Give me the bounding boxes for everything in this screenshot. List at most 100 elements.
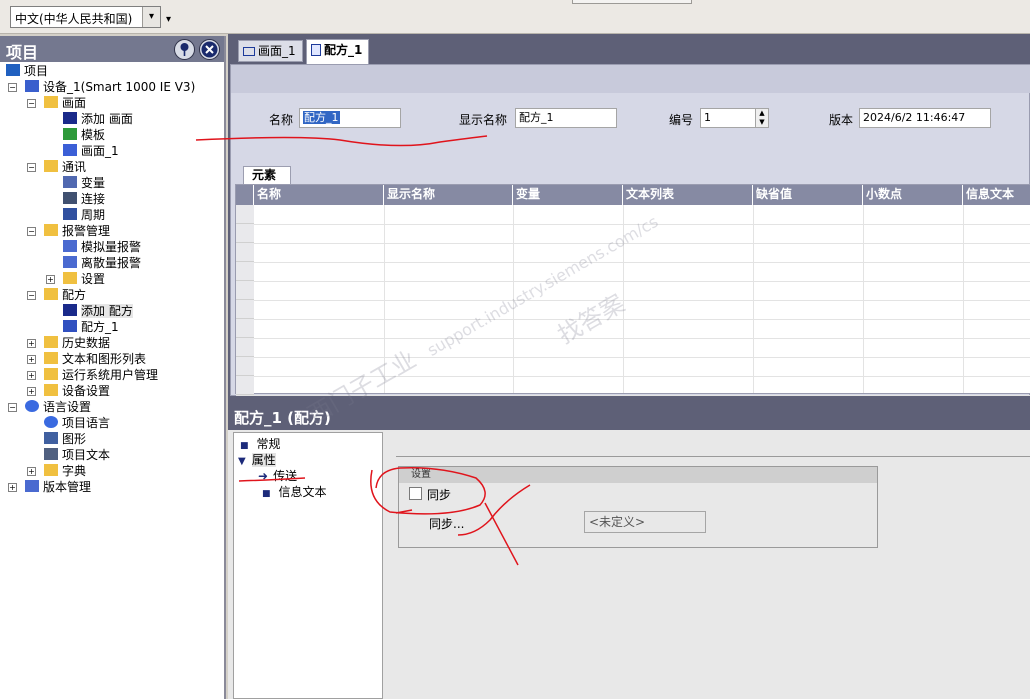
tree-expander[interactable]: + xyxy=(27,355,36,364)
display-name-label: 显示名称 xyxy=(459,113,508,127)
display-name-input[interactable]: 配方_1 xyxy=(515,108,617,128)
tree-item[interactable]: 设备_1(Smart 1000 IE V3) xyxy=(25,79,195,95)
language-select[interactable]: 中文(中华人民共和国) ▾ xyxy=(10,6,161,28)
table-col-line xyxy=(513,205,514,393)
row-header[interactable] xyxy=(236,243,254,262)
col-header-decimal[interactable]: 小数点 xyxy=(863,185,963,205)
tree-item[interactable]: 图形 xyxy=(44,431,86,447)
tree-item-label: 变量 xyxy=(81,176,106,190)
table-row-line xyxy=(236,300,1030,301)
folder-icon xyxy=(44,384,58,396)
tree-item[interactable]: 设置 xyxy=(63,271,105,287)
number-input[interactable]: 1 xyxy=(700,108,756,128)
row-header[interactable] xyxy=(236,224,254,243)
tree-expander[interactable]: − xyxy=(27,291,36,300)
row-header[interactable] xyxy=(236,357,254,376)
nav-item-properties[interactable]: ▼ 属性 xyxy=(238,451,276,468)
pin-icon[interactable] xyxy=(174,39,195,60)
col-header-default[interactable]: 缺省值 xyxy=(753,185,863,205)
tree-item[interactable]: 模板 xyxy=(63,127,105,143)
tree-expander[interactable]: + xyxy=(27,467,36,476)
editor-body: 名称 配方_1 显示名称 配方_1 编号 1 ▲ ▼ 版本 2024/6/2 11… xyxy=(230,64,1030,396)
chevron-down-icon[interactable]: ▾ xyxy=(142,7,160,27)
tree-item[interactable]: 配方 xyxy=(44,287,86,303)
toolbar-overflow-icon[interactable]: ▾ xyxy=(166,14,171,25)
col-header-display-name[interactable]: 显示名称 xyxy=(384,185,513,205)
row-header[interactable] xyxy=(236,205,254,224)
row-header[interactable] xyxy=(236,338,254,357)
row-header[interactable] xyxy=(236,319,254,338)
name-input[interactable]: 配方_1 xyxy=(299,108,401,128)
tree-item[interactable]: 离散量报警 xyxy=(63,255,141,271)
tree-item[interactable]: 画面 xyxy=(44,95,86,111)
sync-tag-field[interactable]: <未定义> xyxy=(584,511,706,533)
tab-elements[interactable]: 元素 xyxy=(243,166,291,184)
folder-icon xyxy=(44,352,58,364)
nav-item-general[interactable]: ■ 常规 xyxy=(240,435,281,452)
add-arrow-icon xyxy=(63,112,77,124)
tab-screen-1[interactable]: 画面_1 xyxy=(238,40,303,62)
row-header[interactable] xyxy=(236,376,254,395)
tab-recipe-1[interactable]: 配方_1 xyxy=(306,39,370,64)
row-header[interactable] xyxy=(236,262,254,281)
tree-item[interactable]: 添加 画面 xyxy=(63,111,133,127)
number-stepper[interactable]: ▲ ▼ xyxy=(755,108,769,128)
col-header-info-text[interactable]: 信息文本 xyxy=(963,185,1030,205)
tree-item[interactable]: 历史数据 xyxy=(44,335,110,351)
nav-item-label: 常规 xyxy=(256,437,281,451)
tree-expander[interactable]: + xyxy=(27,371,36,380)
tree-item[interactable]: 连接 xyxy=(63,191,105,207)
table-row-line xyxy=(236,224,1030,225)
tree-item[interactable]: 字典 xyxy=(44,463,86,479)
elements-table[interactable]: 名称 显示名称 变量 文本列表 缺省值 小数点 信息文本 xyxy=(235,184,1030,396)
table-row-line xyxy=(236,319,1030,320)
sync-checkbox[interactable] xyxy=(409,487,422,500)
tree-item[interactable]: 配方_1 xyxy=(63,319,119,335)
version-input[interactable]: 2024/6/2 11:46:47 xyxy=(859,108,991,128)
tree-item[interactable]: 画面_1 xyxy=(63,143,119,159)
col-header-text-list[interactable]: 文本列表 xyxy=(623,185,753,205)
tree-item-label: 版本管理 xyxy=(43,480,92,494)
col-header-name[interactable]: 名称 xyxy=(254,185,384,205)
tree-item[interactable]: 项目 xyxy=(6,63,48,79)
tree-item[interactable]: 模拟量报警 xyxy=(63,239,141,255)
row-header[interactable] xyxy=(236,300,254,319)
tree-item[interactable]: 通讯 xyxy=(44,159,86,175)
project-panel: 项目 项目 − 设备_1(Smart 1000 IE V3) − 画面 添加 画面 模板 画面… xyxy=(0,36,226,699)
row-header[interactable] xyxy=(236,281,254,300)
analog-alarm-icon xyxy=(63,240,77,252)
folder-icon xyxy=(44,288,58,300)
tree-item[interactable]: 版本管理 xyxy=(25,479,91,495)
nav-item-transfer[interactable]: ➜ 传送 xyxy=(258,467,297,484)
tree-item[interactable]: 文本和图形列表 xyxy=(44,351,146,367)
tree-item[interactable]: 添加 配方 xyxy=(63,303,133,319)
properties-separator xyxy=(396,456,1030,457)
tree-expander[interactable]: + xyxy=(46,275,55,284)
tree-expander[interactable]: − xyxy=(27,163,36,172)
top-toolbar: 中文(中华人民共和国) ▾ ▾ xyxy=(0,0,1030,34)
tree-item[interactable]: 语言设置 xyxy=(25,399,91,415)
tree-item[interactable]: 报警管理 xyxy=(44,223,110,239)
name-input-value: 配方_1 xyxy=(303,111,340,124)
tree-expander[interactable]: + xyxy=(27,387,36,396)
tree-expander[interactable]: + xyxy=(27,339,36,348)
square-bullet-icon: ■ xyxy=(240,441,249,451)
tree-item[interactable]: 设备设置 xyxy=(44,383,110,399)
close-icon[interactable] xyxy=(199,39,220,60)
tree-expander[interactable]: − xyxy=(8,403,17,412)
tree-expander[interactable]: − xyxy=(8,83,17,92)
template-icon xyxy=(63,128,77,140)
recipe-icon xyxy=(63,320,77,332)
table-row-line xyxy=(236,262,1030,263)
nav-item-info-text[interactable]: ■ 信息文本 xyxy=(262,483,327,500)
tree-item-label: 字典 xyxy=(62,464,87,478)
tree-item[interactable]: 项目文本 xyxy=(44,447,110,463)
tree-item[interactable]: 周期 xyxy=(63,207,105,223)
tree-item[interactable]: 变量 xyxy=(63,175,105,191)
tree-expander[interactable]: + xyxy=(8,483,17,492)
tree-item[interactable]: 项目语言 xyxy=(44,415,110,431)
col-header-tag[interactable]: 变量 xyxy=(513,185,623,205)
tree-expander[interactable]: − xyxy=(27,227,36,236)
tree-expander[interactable]: − xyxy=(27,99,36,108)
tree-item[interactable]: 运行系统用户管理 xyxy=(44,367,158,383)
